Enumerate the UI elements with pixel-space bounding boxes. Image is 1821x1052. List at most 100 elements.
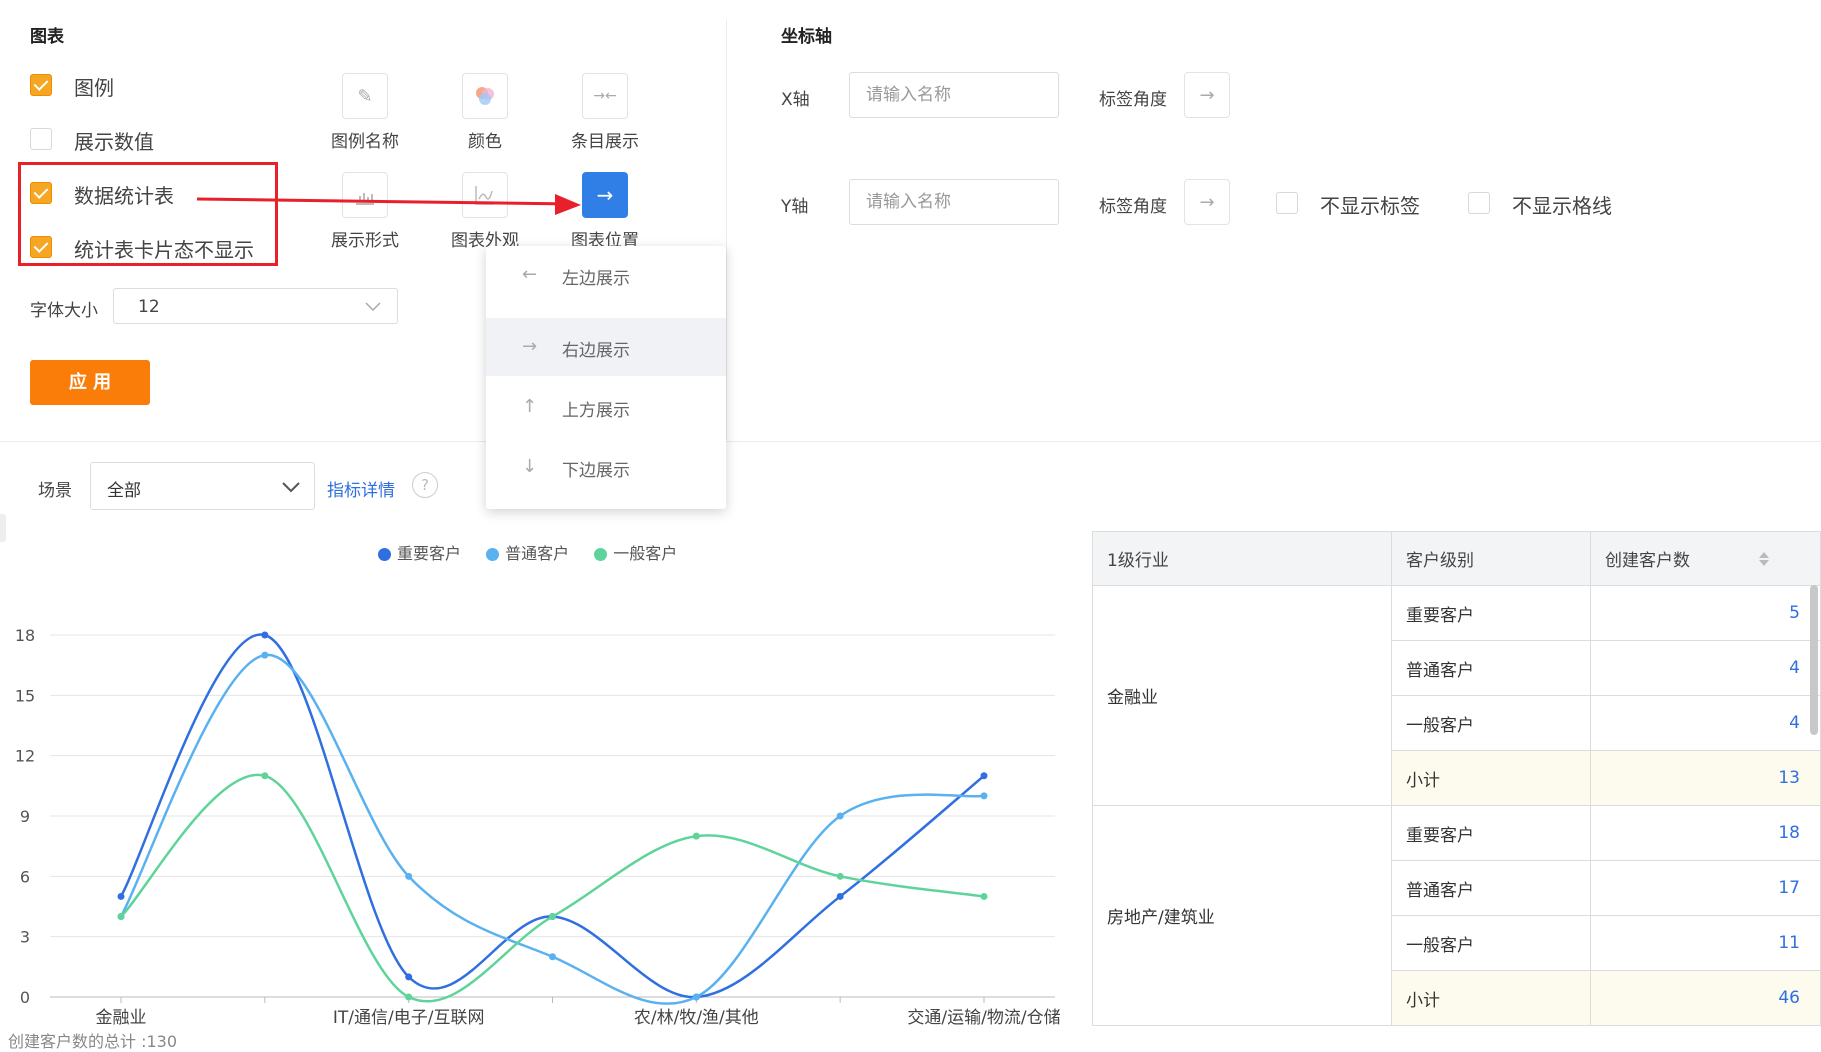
font-size-value: 12 (138, 297, 160, 317)
level-cell: 一般客户 (1391, 915, 1591, 971)
x-tick-angle-button[interactable]: → (1184, 72, 1230, 118)
x-tick-label: IT/通信/电子/互联网 (333, 1008, 485, 1028)
header-industry: 1级行业 (1092, 531, 1392, 586)
table-scrollbar[interactable] (1810, 585, 1818, 735)
data-point (261, 772, 269, 780)
chart-legend: 重要客户 普通客户 一般客户 (378, 540, 677, 564)
data-point (117, 913, 125, 921)
y-tick-angle-label: 标签角度 (1099, 197, 1167, 217)
arrow-right-icon: → (1199, 191, 1215, 213)
arrow-down-icon: ↓ (522, 456, 538, 477)
level-cell: 重要客户 (1391, 805, 1591, 861)
data-point (405, 993, 413, 1001)
legend-marker-icon (378, 548, 391, 561)
legend-name-button[interactable]: ✎ (342, 73, 388, 119)
legend-name-label: 图例名称 (331, 132, 399, 152)
menu-item-right[interactable]: → 右边展示 (486, 318, 726, 376)
count-cell: 5 (1590, 585, 1821, 641)
data-point (261, 651, 269, 659)
legend-checkbox[interactable] (30, 74, 52, 96)
legend-item-normal[interactable]: 普通客户 (486, 544, 574, 563)
hide-labels-checkbox[interactable] (1276, 192, 1298, 214)
count-cell: 17 (1590, 860, 1821, 916)
y-tick-label: 9 (20, 807, 30, 826)
palette-icon (476, 87, 494, 105)
help-icon[interactable]: ? (412, 472, 438, 498)
legend-checkbox-label: 图例 (74, 76, 114, 100)
x-axis-label: X轴 (781, 90, 810, 110)
color-button[interactable] (462, 73, 508, 119)
menu-item-bottom[interactable]: ↓ 下边展示 (486, 438, 726, 496)
table-row: 房地产/建筑业 重要客户 18 (1092, 805, 1821, 1026)
resize-handle[interactable] (0, 514, 6, 542)
indicator-details-link[interactable]: 指标详情 (327, 476, 395, 501)
line-chart: 0 3 6 9 12 15 18 金融业 IT/通信/电子/互联网 农/林/牧/渔/其他 交通/运输… (15, 626, 1061, 1028)
arrow-right-icon: → (522, 336, 538, 357)
x-tick-label: 金融业 (96, 1008, 147, 1028)
menu-item-left[interactable]: ← 左边展示 (486, 246, 726, 304)
hide-labels-label: 不显示标签 (1320, 194, 1420, 218)
industry-cell: 房地产/建筑业 (1092, 805, 1392, 1026)
y-tick-label: 18 (15, 626, 35, 645)
item-display-label: 条目展示 (571, 132, 639, 152)
sort-icon[interactable] (1758, 551, 1770, 567)
header-count[interactable]: 创建客户数 (1590, 531, 1821, 586)
data-point (980, 892, 988, 900)
y-tick-label: 3 (20, 928, 30, 947)
industry-cell: 金融业 (1092, 585, 1392, 806)
collapse-arrows-icon: →← (593, 88, 617, 104)
data-point (405, 973, 413, 981)
arrow-up-icon: ↑ (522, 396, 538, 417)
show-values-checkbox-label: 展示数值 (74, 130, 154, 154)
data-point (836, 892, 844, 900)
arrow-left-icon: ← (522, 264, 538, 285)
subtotal-count: 46 (1590, 970, 1821, 1026)
scene-label: 场景 (38, 481, 72, 501)
data-point (836, 872, 844, 880)
y-tick-label: 6 (20, 867, 30, 886)
level-cell: 普通客户 (1391, 640, 1591, 696)
font-size-select[interactable]: 12 (113, 288, 398, 324)
legend-marker-icon (594, 548, 608, 561)
pencil-icon: ✎ (357, 85, 373, 107)
hide-gridlines-label: 不显示格线 (1512, 194, 1612, 218)
subtotal-count: 13 (1590, 750, 1821, 806)
level-cell: 普通客户 (1391, 860, 1591, 916)
y-tick-label: 0 (20, 988, 30, 1007)
item-display-button[interactable]: →← (582, 73, 628, 119)
series-line (119, 653, 985, 1005)
subtotal-label: 小计 (1391, 750, 1591, 806)
section-divider (0, 441, 1821, 442)
apply-button[interactable]: 应 用 (30, 360, 150, 405)
legend-item-general[interactable]: 一般客户 (594, 544, 677, 563)
data-point (405, 872, 413, 880)
chart-position-menu: ← 左边展示 → 右边展示 ↑ 上方展示 ↓ 下边展示 (486, 246, 726, 509)
y-axis-name-input[interactable]: 请输入名称 (849, 179, 1059, 225)
hide-gridlines-checkbox[interactable] (1468, 192, 1490, 214)
data-table: 1级行业 客户级别 创建客户数 金融业 重要客户 5 普通客户 4 一般客户 4… (1092, 531, 1821, 1026)
axis-section-title: 坐标轴 (781, 27, 832, 47)
menu-item-top[interactable]: ↑ 上方展示 (486, 378, 726, 436)
x-axis-name-input[interactable]: 请输入名称 (849, 72, 1059, 118)
show-values-checkbox[interactable] (30, 128, 52, 150)
color-label: 颜色 (468, 132, 502, 152)
y-axis-label: Y轴 (781, 197, 809, 217)
legend-item-important[interactable]: 重要客户 (378, 544, 466, 563)
header-level: 客户级别 (1391, 531, 1591, 586)
y-tick-label: 12 (15, 747, 35, 766)
scene-select[interactable]: 全部 (90, 462, 315, 510)
panel-divider (726, 20, 727, 440)
chevron-down-icon (365, 302, 381, 312)
data-point (261, 631, 269, 639)
data-point (692, 993, 700, 1001)
data-point (836, 812, 844, 820)
scene-value: 全部 (107, 481, 141, 501)
data-point (549, 953, 556, 961)
data-point (549, 913, 556, 921)
data-point (980, 792, 988, 800)
level-cell: 重要客户 (1391, 585, 1591, 641)
count-cell: 4 (1590, 640, 1821, 696)
y-tick-angle-button[interactable]: → (1184, 179, 1230, 225)
x-tick-angle-label: 标签角度 (1099, 90, 1167, 110)
annotation-arrow (196, 194, 581, 215)
